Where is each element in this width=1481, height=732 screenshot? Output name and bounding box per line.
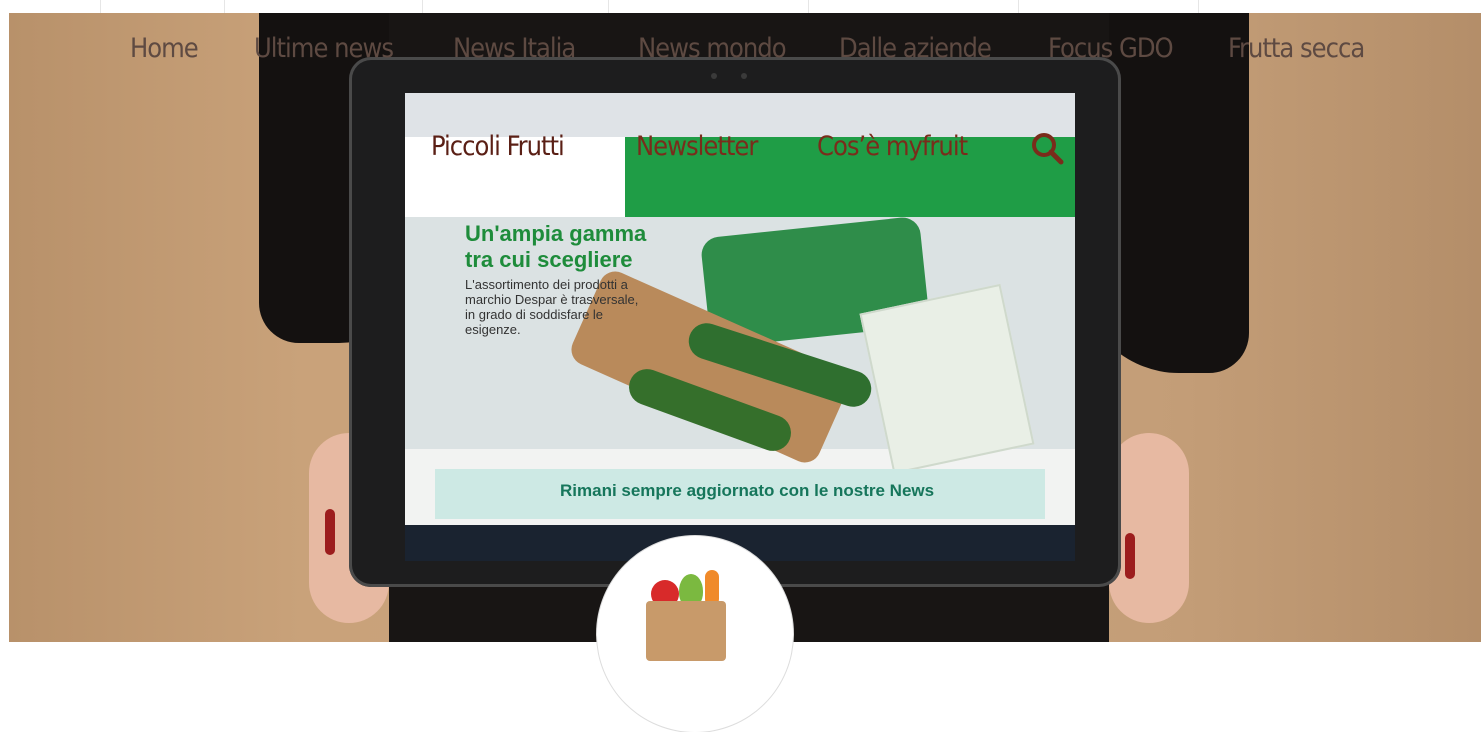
hero-image: Un'ampia gamma tra cui scegliere L'assor…: [9, 13, 1481, 642]
site-logo[interactable]: [597, 536, 793, 732]
news-banner-text: Rimani sempre aggiornato con le nostre N…: [560, 481, 935, 500]
nav-frutta-secca[interactable]: Frutta secca: [1228, 32, 1365, 66]
shopping-bag-icon: [646, 601, 726, 661]
search-button[interactable]: [1030, 131, 1064, 165]
search-icon: [1032, 133, 1064, 165]
nav-cose-myfruit[interactable]: Cos’è myfruit: [817, 130, 968, 164]
nav-news-mondo[interactable]: News mondo: [638, 32, 787, 66]
nav-dalle-aziende[interactable]: Dalle aziende: [839, 32, 992, 66]
promo-headline: Un'ampia gamma: [465, 221, 647, 246]
nav-ultime-news[interactable]: Ultime news: [254, 32, 394, 66]
nav-piccoli-frutti[interactable]: Piccoli Frutti: [431, 130, 565, 164]
nav-news-italia[interactable]: News Italia: [453, 32, 576, 66]
promo-banner: Un'ampia gamma tra cui scegliere L'assor…: [405, 215, 1075, 475]
nav-newsletter[interactable]: Newsletter: [636, 130, 758, 164]
top-strip: [0, 0, 1481, 13]
nav-home[interactable]: Home: [130, 32, 199, 66]
news-banner: Rimani sempre aggiornato con le nostre N…: [435, 469, 1045, 519]
nav-focus-gdo[interactable]: Focus GDO: [1048, 32, 1174, 66]
promo-body: L'assortimento dei prodotti a marchio De…: [465, 277, 639, 337]
promo-headline-2: tra cui scegliere: [465, 247, 633, 272]
